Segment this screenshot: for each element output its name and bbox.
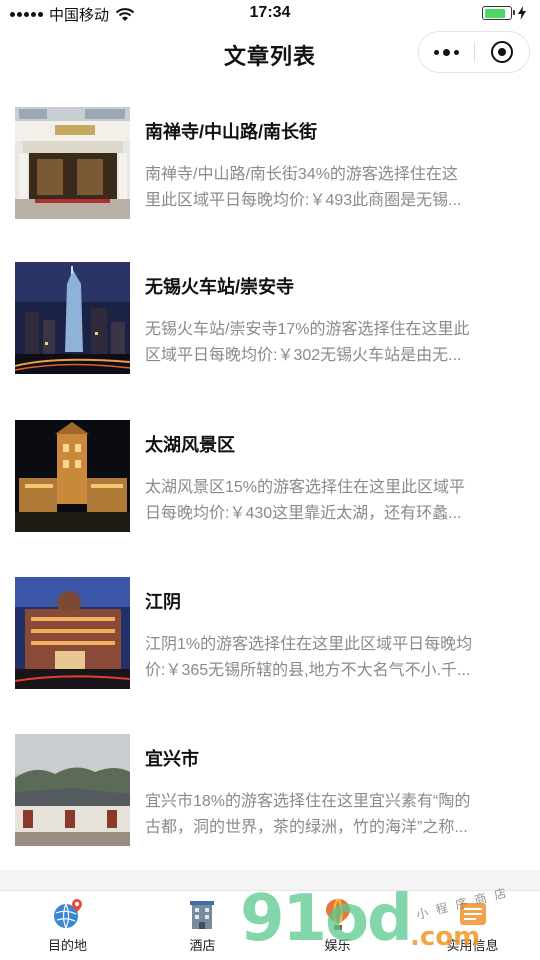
summary-line: 江阴1%的游客选择住在这里此区域平日每晚均 xyxy=(145,636,473,653)
list-item[interactable]: 江阴 江阴1%的游客选择住在这里此区域平日每晚均 价:￥365无锡所辖的县,地方… xyxy=(0,550,540,690)
summary-line: 古都，洞的世界，茶的绿洲，竹的海洋”之称... xyxy=(145,819,468,836)
article-summary: 宜兴市18%的游客选择住在这里宜兴素有“陶的 古都，洞的世界，茶的绿洲，竹的海洋… xyxy=(145,789,525,841)
tab-destination[interactable]: 目的地 xyxy=(0,891,135,960)
mini-program-capsule xyxy=(418,31,530,73)
list-footer-spacer xyxy=(0,870,540,890)
article-title: 无锡火车站/崇安寺 xyxy=(145,277,295,297)
globe-pin-icon xyxy=(53,899,82,929)
summary-line: 无锡火车站/崇安寺17%的游客选择住在这里此 xyxy=(145,321,470,338)
tab-label: 酒店 xyxy=(189,938,216,953)
more-dots-icon xyxy=(433,48,459,56)
article-title: 南禅寺/中山路/南长街 xyxy=(145,122,318,142)
more-button[interactable] xyxy=(419,32,474,72)
article-title: 太湖风景区 xyxy=(145,435,235,455)
tab-entertainment[interactable]: 娱乐 xyxy=(270,891,405,960)
tab-bar: 目的地 酒店 娱乐 实用信息 xyxy=(0,890,540,960)
battery-area xyxy=(482,6,526,20)
hotel-at-dusk-photo xyxy=(15,577,130,689)
article-summary: 江阴1%的游客选择住在这里此区域平日每晚均 价:￥365无锡所辖的县,地方不大名… xyxy=(145,632,525,684)
tab-label: 实用信息 xyxy=(446,938,499,953)
battery-icon xyxy=(482,6,515,20)
hotel-building-icon xyxy=(189,901,214,929)
battery-level xyxy=(484,8,505,18)
summary-line: 日每晚均价:￥430这里靠近太湖，还有环蠡... xyxy=(145,505,462,522)
tab-hotel[interactable]: 酒店 xyxy=(135,891,270,960)
article-summary: 太湖风景区15%的游客选择住在这里此区域平 日每晚均价:￥430这里靠近太湖，还… xyxy=(145,475,525,527)
close-button[interactable] xyxy=(475,32,530,72)
old-town-houses-photo xyxy=(15,734,130,846)
list-item[interactable]: 无锡火车站/崇安寺 无锡火车站/崇安寺17%的游客选择住在这里此 区域平日每晚均… xyxy=(0,235,540,375)
summary-line: 价:￥365无锡所辖的县,地方不大名气不小.千... xyxy=(145,662,471,679)
lit-tower-building-photo xyxy=(15,420,130,532)
article-summary: 南禅寺/中山路/南长街34%的游客选择住在这 里此区域平日每晚均价:￥493此商… xyxy=(145,162,525,214)
tab-label: 娱乐 xyxy=(324,938,351,953)
list-item[interactable]: 太湖风景区 太湖风景区15%的游客选择住在这里此区域平 日每晚均价:￥430这里… xyxy=(0,393,540,533)
tab-useful-info[interactable]: 实用信息 xyxy=(405,891,540,960)
article-title: 宜兴市 xyxy=(145,749,199,769)
status-bar: 中国移动 17:34 xyxy=(0,0,540,28)
article-summary: 无锡火车站/崇安寺17%的游客选择住在这里此 区域平日每晚均价:￥302无锡火车… xyxy=(145,317,525,369)
charging-icon xyxy=(518,6,526,20)
summary-line: 太湖风景区15%的游客选择住在这里此区域平 xyxy=(145,479,466,496)
article-title: 江阴 xyxy=(145,592,181,612)
info-icon xyxy=(459,903,486,925)
list-item[interactable]: 宜兴市 宜兴市18%的游客选择住在这里宜兴素有“陶的 古都，洞的世界，茶的绿洲，… xyxy=(0,707,540,847)
summary-line: 南禅寺/中山路/南长街34%的游客选择住在这 xyxy=(145,166,458,183)
summary-line: 里此区域平日每晚均价:￥493此商圈是无锡... xyxy=(145,192,462,209)
summary-line: 宜兴市18%的游客选择住在这里宜兴素有“陶的 xyxy=(145,793,471,810)
hotel-entrance-photo xyxy=(15,107,130,219)
nav-bar: 文章列表 xyxy=(0,28,540,80)
tab-label: 目的地 xyxy=(47,938,87,953)
clock: 17:34 xyxy=(249,4,291,21)
target-circle-icon xyxy=(490,41,513,63)
balloon-icon xyxy=(325,898,350,930)
city-night-skyline-photo xyxy=(15,262,130,374)
summary-line: 区域平日每晚均价:￥302无锡火车站是由无... xyxy=(145,347,462,364)
list-item[interactable]: 南禅寺/中山路/南长街 南禅寺/中山路/南长街34%的游客选择住在这 里此区域平… xyxy=(0,80,540,220)
